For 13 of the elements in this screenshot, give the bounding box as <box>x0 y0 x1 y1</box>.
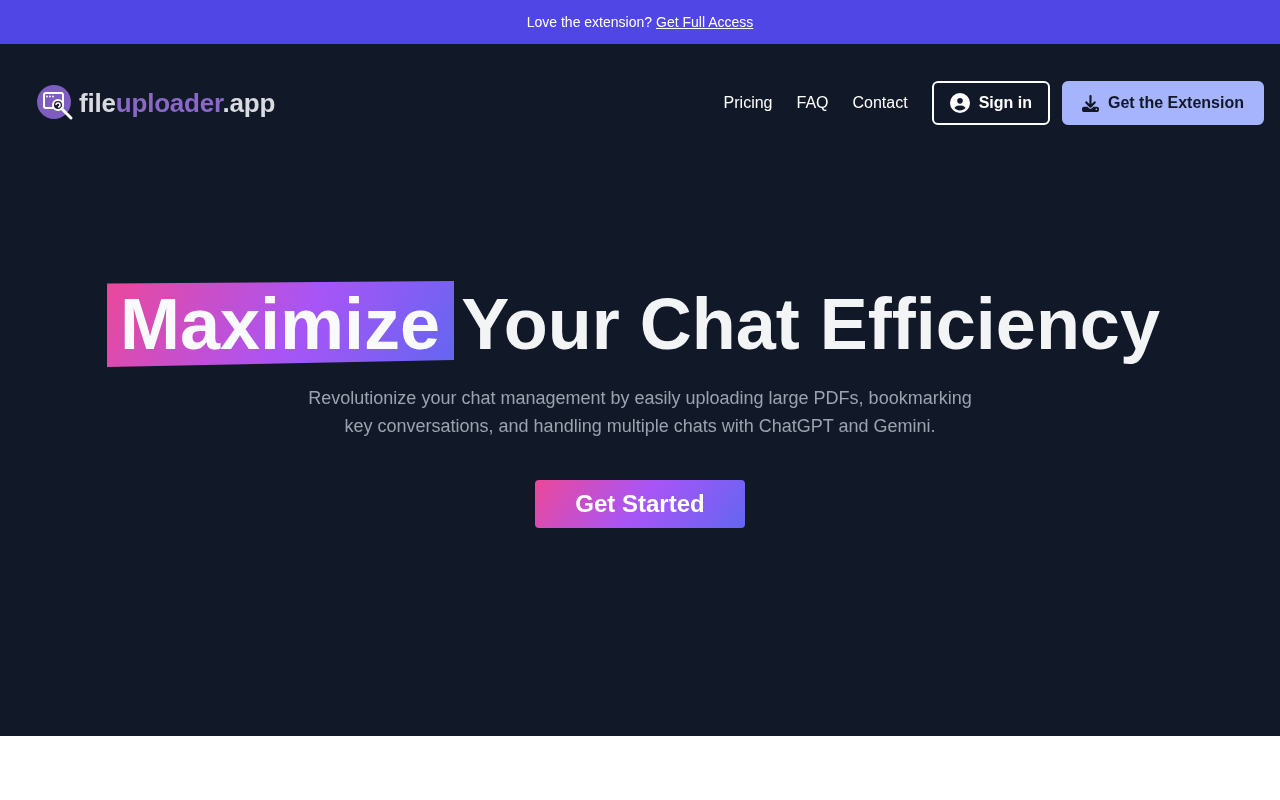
sign-in-button[interactable]: Sign in <box>931 81 1050 125</box>
full-access-link[interactable]: Get Full Access <box>656 14 754 30</box>
banner-text: Love the extension? <box>526 14 653 30</box>
highlighted-heading-word: Maximize <box>107 281 455 367</box>
nav-link[interactable]: Pricing <box>723 94 773 112</box>
logo-wordmark[interactable]: fileuploader.app <box>79 87 276 119</box>
get-started-button[interactable]: Get Started <box>535 480 745 528</box>
nav-link[interactable]: FAQ <box>796 94 829 112</box>
logo-icon <box>36 84 74 122</box>
download-icon <box>1081 94 1099 112</box>
hero-subtitle: Revolutionize your chat management by easily uploading large PDFs, bookmarking key conversations, and handling multiple chats with ChatGPT and Gemini. <box>307 387 973 438</box>
get-extension-button[interactable]: Get the Extension <box>1061 81 1264 125</box>
nav-link[interactable]: Contact <box>852 94 908 112</box>
